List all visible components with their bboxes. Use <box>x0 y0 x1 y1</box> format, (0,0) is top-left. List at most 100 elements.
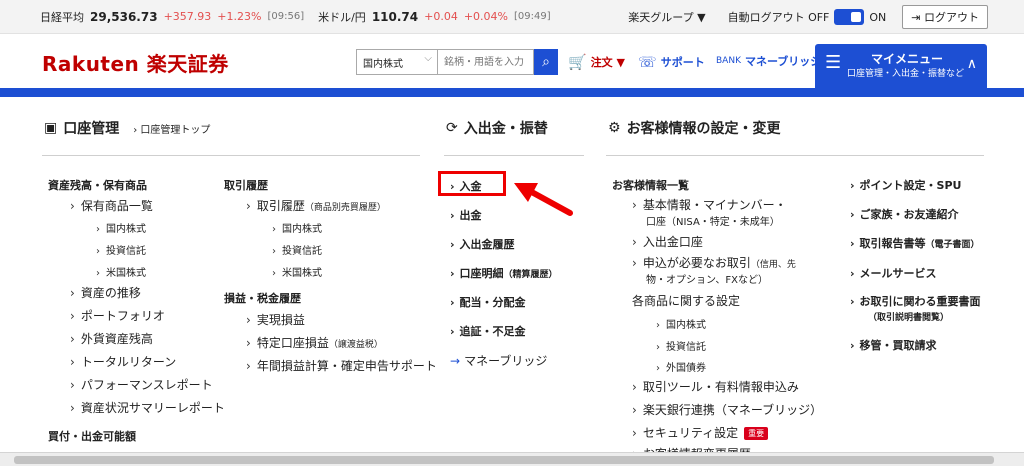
usd-time: [09:49] <box>514 11 551 22</box>
asset-summary-link[interactable]: 資産状況サマリーレポート <box>70 399 225 416</box>
toggle-on-label: ON <box>869 10 887 24</box>
money-bridge-label: マネーブリッジ <box>744 55 822 68</box>
foreign-assets-link[interactable]: 外貨資産残高 <box>70 330 153 347</box>
settings-fund-link[interactable]: 投資信託 <box>656 338 706 353</box>
search-icon: ⌕ <box>542 54 550 70</box>
nikkei-time: [09:56] <box>267 11 305 22</box>
important-docs-link[interactable]: お取引に関わる重要書面 <box>850 293 981 309</box>
portfolio-link[interactable]: ポートフォリオ <box>70 307 165 324</box>
cart-icon: 🛒 <box>568 53 587 71</box>
trade-history-link[interactable]: 取引履歴（商品別売買履歴） <box>246 197 386 214</box>
holdings-us-link[interactable]: 米国株式 <box>96 264 146 279</box>
deposit-transfer-heading: ⟳ 入出金・振替 <box>446 118 548 138</box>
account-statement-note: （精算履歴） <box>503 270 558 280</box>
holdings-list-link[interactable]: 保有商品一覧 <box>70 197 153 214</box>
basic-info-link[interactable]: 基本情報・マイナンバー・ <box>632 196 787 213</box>
settings-domestic-link[interactable]: 国内株式 <box>656 316 706 331</box>
logout-button[interactable]: ⇥ ログアウト <box>902 5 988 29</box>
divider <box>42 155 420 156</box>
support-label: サポート <box>660 56 705 69</box>
my-menu-button[interactable]: ☰ マイメニュー 口座管理・入出金・振替など ∧ <box>815 44 987 90</box>
point-settings-link[interactable]: ポイント設定・SPU <box>850 177 962 193</box>
important-badge: 重要 <box>744 427 769 440</box>
user-menu-icon: ☰ <box>825 52 842 73</box>
tax-return-support-link[interactable]: 年間損益計算・確定申告サポート <box>246 357 437 374</box>
chevron-up-icon: ∧ <box>966 56 977 72</box>
header-blue-band <box>0 88 1024 97</box>
transfer-request-link[interactable]: 移管・買取請求 <box>850 337 937 353</box>
account-top-link[interactable]: › 口座管理トップ <box>133 121 210 136</box>
withdraw-link[interactable]: 出金 <box>450 207 482 223</box>
account-management-heading: ▣ 口座管理 › 口座管理トップ <box>44 118 210 138</box>
apply-trade-line2: 物・オプション、FXなど） <box>646 275 769 286</box>
search-input[interactable] <box>438 49 534 75</box>
trade-reports-label: 取引報告書等 <box>859 237 926 250</box>
trade-history-note: （商品別売買履歴） <box>304 203 386 213</box>
account-icon: ▣ <box>44 120 58 136</box>
holdings-fund-link[interactable]: 投資信託 <box>96 242 146 257</box>
auto-logout-toggle[interactable]: 自動ログアウト OFF ON <box>727 9 887 25</box>
horizontal-scrollbar[interactable] <box>0 452 1024 466</box>
support-icon: ☏ <box>638 53 657 71</box>
order-menu[interactable]: 🛒 注文 ▼ <box>568 53 625 71</box>
usd-percent: +0.04% <box>463 10 509 23</box>
dividends-link[interactable]: 配当・分配金 <box>450 294 526 310</box>
security-settings-label: セキュリティ設定 <box>642 426 739 440</box>
money-bridge-body-link[interactable]: マネーブリッジ <box>450 352 547 369</box>
trade-domestic-link[interactable]: 国内株式 <box>272 220 322 235</box>
referral-link[interactable]: ご家族・お友達紹介 <box>850 206 959 222</box>
search-bar: 国内株式 ⌕ <box>356 49 558 75</box>
rakuten-bank-link[interactable]: 楽天銀行連携（マネーブリッジ） <box>632 401 822 418</box>
logout-icon: ⇥ <box>911 11 924 24</box>
tax-history-heading: 損益・税金履歴 <box>224 292 301 305</box>
total-return-link[interactable]: トータルリターン <box>70 353 176 370</box>
trading-tools-link[interactable]: 取引ツール・有料情報申込み <box>632 378 799 395</box>
apply-trade-note: （信用、先 <box>750 260 796 270</box>
margin-call-link[interactable]: 追証・不足金 <box>450 323 526 339</box>
performance-report-link[interactable]: パフォーマンスレポート <box>70 376 213 393</box>
holdings-domestic-link[interactable]: 国内株式 <box>96 220 146 235</box>
toggle-switch[interactable] <box>834 9 865 25</box>
account-top-label: 口座管理トップ <box>140 124 211 136</box>
money-bridge-link[interactable]: BANK マネーブリッジ <box>716 53 821 69</box>
asset-trend-link[interactable]: 資産の推移 <box>70 284 141 301</box>
account-statement-link[interactable]: 口座明細（精算履歴） <box>450 265 558 281</box>
search-button[interactable]: ⌕ <box>534 49 558 75</box>
trade-reports-note: （電子書面） <box>925 240 980 250</box>
support-link[interactable]: ☏ サポート <box>638 53 705 71</box>
realized-pl-link[interactable]: 実現損益 <box>246 311 305 328</box>
specific-account-pl-label: 特定口座損益 <box>256 336 329 350</box>
product-settings-heading: 各商品に関する設定 <box>632 294 741 308</box>
trade-history-label: 取引履歴 <box>256 199 305 213</box>
deposit-transfer-title: 入出金・振替 <box>463 121 548 137</box>
usd-label: 米ドル/円 <box>318 10 366 24</box>
nikkei-label: 日経平均 <box>40 10 84 24</box>
rakuten-group-menu[interactable]: 楽天グループ ▼ <box>628 9 705 25</box>
divider <box>606 155 984 156</box>
settings-bond-link[interactable]: 外国債券 <box>656 359 706 374</box>
assets-heading: 資産残高・保有商品 <box>48 179 147 192</box>
usd-value: 110.74 <box>371 9 419 24</box>
my-menu-subtitle: 口座管理・入出金・振替など <box>847 69 965 79</box>
bank-icon: BANK <box>716 56 741 66</box>
security-settings-link[interactable]: セキュリティ設定重要 <box>632 424 769 441</box>
specific-account-pl-link[interactable]: 特定口座損益（譲渡益税） <box>246 334 383 351</box>
usd-change: +0.04 <box>424 10 458 23</box>
rakuten-logo[interactable]: Rakuten 楽天証券 <box>42 48 229 77</box>
scrollbar-thumb[interactable] <box>14 456 994 464</box>
trade-reports-link[interactable]: 取引報告書等（電子書面） <box>850 235 980 251</box>
trade-fund-link[interactable]: 投資信託 <box>272 242 322 257</box>
mail-service-link[interactable]: メールサービス <box>850 265 937 281</box>
nikkei-percent: +1.23% <box>217 10 262 23</box>
search-category-select[interactable]: 国内株式 <box>356 49 438 75</box>
specific-account-pl-note: （譲渡益税） <box>328 340 383 350</box>
divider <box>444 155 584 156</box>
trade-us-link[interactable]: 米国株式 <box>272 264 322 279</box>
important-docs-note: （取引説明書閲覧） <box>868 313 950 323</box>
apply-trade-link[interactable]: 申込が必要なお取引（信用、先 <box>632 254 796 271</box>
bank-account-link[interactable]: 入出金口座 <box>632 233 703 250</box>
deposit-link[interactable]: 入金 <box>450 178 482 194</box>
auto-logout-label: 自動ログアウト OFF <box>727 11 830 24</box>
basic-info-line2: 口座（NISA・特定・未成年） <box>646 217 780 228</box>
deposit-history-link[interactable]: 入出金履歴 <box>450 236 515 252</box>
